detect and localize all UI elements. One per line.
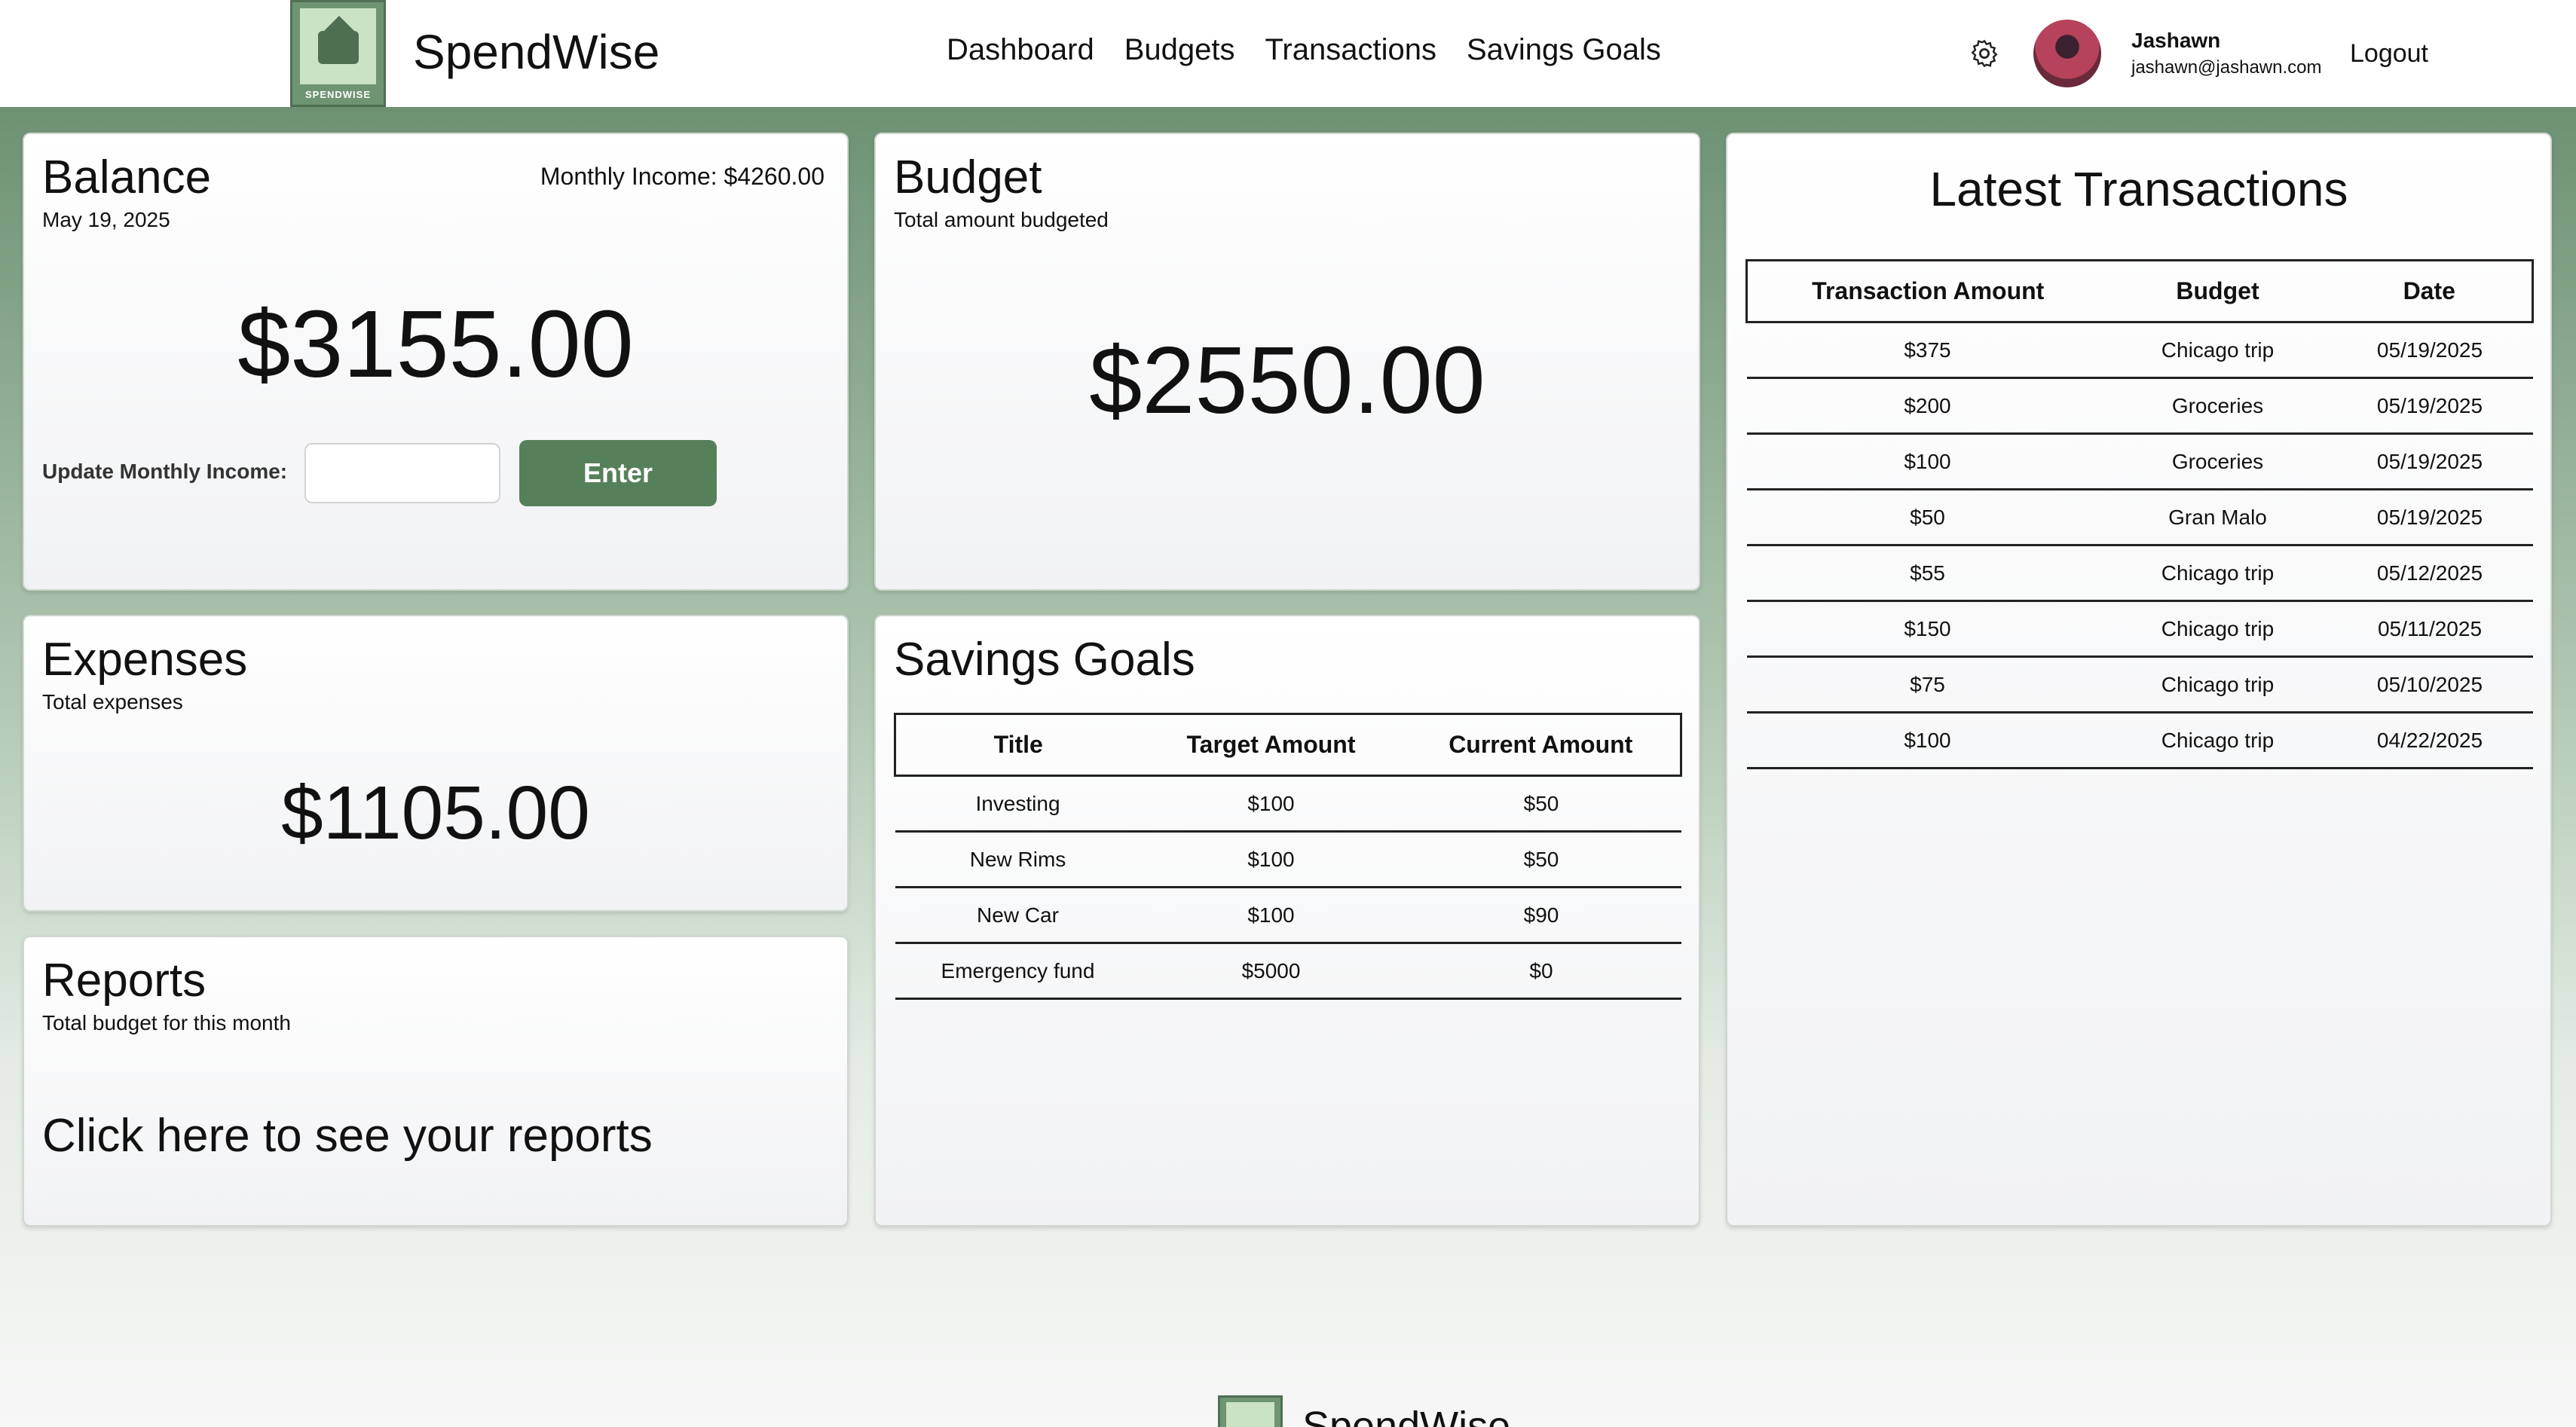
table-row: Investing $100 $50: [895, 775, 1681, 833]
budget-amount: $2550.00: [1089, 327, 1485, 433]
savings-goals-table: Title Target Amount Current Amount Inves…: [894, 713, 1682, 1000]
table-row: $200 Groceries 05/19/2025: [1746, 377, 2533, 435]
table-row: $375 Chicago trip 05/19/2025: [1746, 322, 2533, 379]
reports-subtitle: Total budget for this month: [42, 1011, 291, 1034]
dashboard-main: Balance May 19, 2025 Monthly Income: $42…: [0, 107, 2576, 1427]
savings-goals-title: Savings Goals: [894, 634, 1195, 686]
transaction-date: 04/22/2025: [2327, 712, 2533, 769]
transaction-amount: $150: [1746, 600, 2109, 658]
transaction-budget: Groceries: [2108, 377, 2327, 435]
goal-title: Investing: [895, 775, 1141, 833]
footer-logo: [1218, 1395, 1283, 1427]
top-navbar: SPENDWISE SpendWise Dashboard Budgets Tr…: [0, 0, 2576, 107]
transaction-date: 05/10/2025: [2327, 656, 2533, 714]
nav-savings-goals[interactable]: Savings Goals: [1467, 33, 1661, 67]
transaction-budget: Chicago trip: [2108, 545, 2327, 602]
table-row: New Rims $100 $50: [895, 831, 1681, 888]
update-income-label: Update Monthly Income:: [42, 460, 288, 483]
expenses-amount: $1105.00: [281, 771, 590, 855]
table-row: $55 Chicago trip 05/12/2025: [1746, 545, 2533, 602]
reports-link[interactable]: Click here to see your reports: [42, 1109, 653, 1163]
balance-card: Balance May 19, 2025 Monthly Income: $42…: [23, 133, 849, 591]
goal-current: $0: [1401, 943, 1681, 1000]
savings-goals-card: Savings Goals Title Target Amount Curren…: [874, 615, 1700, 1227]
transaction-amount: $75: [1746, 656, 2109, 714]
user-email: jashawn@jashawn.com: [2131, 57, 2322, 78]
col-title[interactable]: Title: [894, 713, 1141, 777]
table-row: $150 Chicago trip 05/11/2025: [1746, 600, 2533, 658]
col-transaction-amount[interactable]: Transaction Amount: [1745, 259, 2109, 323]
table-row: $75 Chicago trip 05/10/2025: [1746, 656, 2533, 714]
col-date[interactable]: Date: [2327, 259, 2534, 323]
user-name: Jashawn: [2131, 29, 2221, 52]
transaction-budget: Chicago trip: [2108, 600, 2327, 658]
latest-transactions-card: Latest Transactions Transaction Amount B…: [1726, 133, 2552, 1227]
transaction-budget: Gran Malo: [2108, 489, 2327, 546]
logo-wallet-icon: [300, 8, 376, 84]
budget-card: Budget Total amount budgeted $2550.00: [874, 133, 1700, 591]
goal-current: $90: [1401, 887, 1681, 944]
goal-title: New Car: [895, 887, 1141, 944]
nav-budgets[interactable]: Budgets: [1124, 33, 1235, 67]
gear-icon[interactable]: [1969, 38, 2000, 69]
goal-title: Emergency fund: [895, 943, 1141, 1000]
col-current-amount[interactable]: Current Amount: [1401, 713, 1682, 777]
table-row: $100 Chicago trip 04/22/2025: [1746, 712, 2533, 769]
transaction-amount: $50: [1746, 489, 2109, 546]
monthly-income: Monthly Income: $4260.00: [540, 163, 825, 190]
logo-text: SPENDWISE: [304, 89, 371, 100]
goal-title: New Rims: [895, 831, 1141, 888]
reports-title: Reports: [42, 955, 207, 1007]
reports-card[interactable]: Reports Total budget for this month Clic…: [23, 936, 849, 1227]
transaction-budget: Chicago trip: [2108, 656, 2327, 714]
transaction-date: 05/19/2025: [2327, 489, 2533, 546]
main-nav: Dashboard Budgets Transactions Savings G…: [947, 33, 1661, 67]
footer-logo-icon: [1226, 1402, 1274, 1427]
transaction-date: 05/19/2025: [2327, 377, 2533, 435]
expenses-title: Expenses: [42, 634, 248, 686]
col-budget[interactable]: Budget: [2108, 259, 2327, 323]
goal-target: $5000: [1140, 943, 1402, 1000]
transaction-budget: Chicago trip: [2108, 712, 2327, 769]
monthly-income-input[interactable]: [304, 443, 500, 503]
transaction-amount: $100: [1746, 712, 2109, 769]
transaction-budget: Groceries: [2108, 433, 2327, 490]
transaction-amount: $100: [1746, 433, 2109, 490]
transaction-amount: $200: [1746, 377, 2109, 435]
enter-button[interactable]: Enter: [519, 440, 717, 506]
transaction-date: 05/12/2025: [2327, 545, 2533, 602]
transaction-date: 05/11/2025: [2327, 600, 2533, 658]
nav-transactions[interactable]: Transactions: [1265, 33, 1436, 67]
transactions-table: Transaction Amount Budget Date $375 Chic…: [1745, 259, 2534, 769]
transaction-amount: $55: [1746, 545, 2109, 602]
balance-amount: $3155.00: [237, 291, 634, 397]
transaction-amount: $375: [1746, 322, 2109, 379]
expenses-subtitle: Total expenses: [42, 690, 183, 714]
goal-target: $100: [1140, 831, 1402, 888]
col-target-amount[interactable]: Target Amount: [1140, 713, 1402, 777]
logout-button[interactable]: Logout: [2350, 39, 2428, 69]
goal-target: $100: [1140, 887, 1402, 944]
expenses-card: Expenses Total expenses $1105.00: [23, 615, 849, 912]
table-row: $50 Gran Malo 05/19/2025: [1746, 489, 2533, 546]
avatar[interactable]: [2033, 20, 2101, 87]
transaction-date: 05/19/2025: [2327, 322, 2533, 379]
balance-title: Balance: [42, 151, 212, 203]
nav-dashboard[interactable]: Dashboard: [947, 33, 1094, 67]
footer-brand: SpendWise: [1302, 1404, 1511, 1427]
latest-transactions-title: Latest Transactions: [1929, 162, 2348, 216]
transaction-budget: Chicago trip: [2108, 322, 2327, 379]
table-row: $100 Groceries 05/19/2025: [1746, 433, 2533, 490]
balance-date: May 19, 2025: [42, 208, 170, 231]
budget-subtitle: Total amount budgeted: [894, 208, 1109, 231]
brand-name: SpendWise: [413, 25, 660, 79]
app-logo[interactable]: SPENDWISE: [290, 0, 386, 107]
goal-target: $100: [1140, 775, 1402, 833]
goal-current: $50: [1401, 775, 1681, 833]
budget-title: Budget: [894, 151, 1042, 203]
transaction-date: 05/19/2025: [2327, 433, 2533, 490]
table-row: New Car $100 $90: [895, 887, 1681, 944]
table-row: Emergency fund $5000 $0: [895, 943, 1681, 1000]
goal-current: $50: [1401, 831, 1681, 888]
